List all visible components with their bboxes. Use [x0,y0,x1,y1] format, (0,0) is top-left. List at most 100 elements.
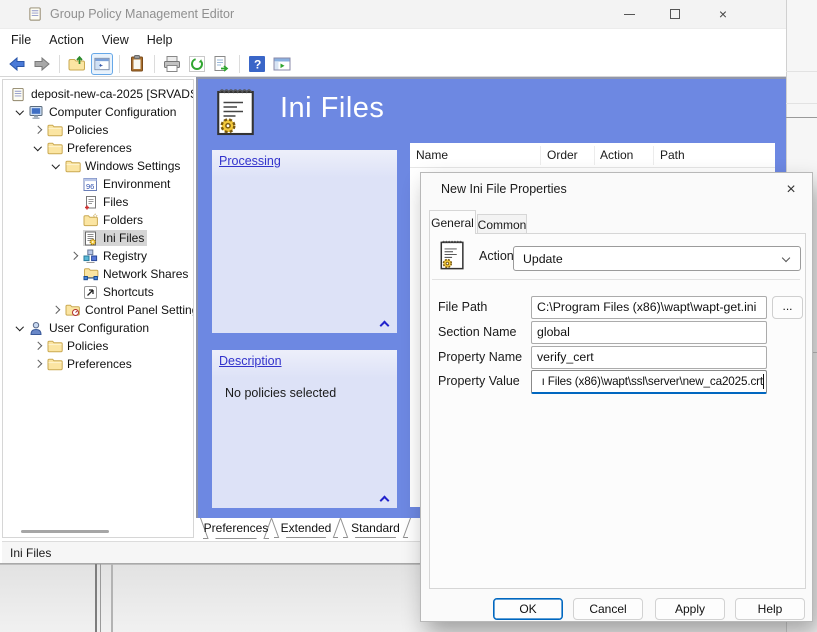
description-link[interactable]: Description [219,354,282,368]
tree-item-registry[interactable]: Registry [65,247,150,265]
text-cursor [763,374,764,389]
minimize-button[interactable] [606,0,652,28]
action-value: Update [523,252,563,266]
cancel-button[interactable]: Cancel [573,598,643,620]
tab-extended[interactable]: Extended [274,518,338,538]
tree-item-control-panel-settings[interactable]: Control Panel Settings [47,301,194,319]
chevron-right-icon[interactable] [29,355,47,373]
tab-general[interactable]: General [429,210,476,234]
tree-item-environment[interactable]: 96 Environment [65,175,173,193]
tree-item-network-shares[interactable]: Network Shares [65,265,191,283]
chevron-down-icon[interactable] [11,103,29,121]
tree-item-folders[interactable]: Folders [65,211,146,229]
folder-icon [47,122,64,138]
action-label: Action: [479,249,517,263]
menu-bar: File Action View Help [0,28,786,51]
back-icon[interactable] [6,53,28,75]
maximize-icon [670,9,680,19]
property-value-input[interactable]: ı Files (x86)\wapt\ssl\server\new_ca2025… [531,370,767,394]
toolbar-separator [154,55,155,73]
tab-standard[interactable]: Standard [343,518,408,538]
menu-view[interactable]: View [93,29,138,51]
toolbar-separator [119,55,120,73]
tree-item-preferences[interactable]: Preferences [29,139,135,157]
up-one-level-icon[interactable] [66,53,88,75]
background-row-line [786,117,817,118]
screen: Group Policy Management Editor × File Ac… [0,0,817,632]
column-name[interactable]: Name [416,148,448,162]
maximize-button[interactable] [652,0,698,28]
processing-panel: Processing [212,150,397,333]
tree-item-gpo-root[interactable]: deposit-new-ca-2025 [SRVADS.J [11,85,194,103]
svg-text:96: 96 [86,182,94,191]
help-button[interactable]: Help [735,598,805,620]
action-select[interactable]: Update [513,246,801,271]
tree-item-computer-configuration[interactable]: Computer Configuration [11,103,179,121]
console-tree: deposit-new-ca-2025 [SRVADS.J Computer C… [2,79,194,538]
description-panel: Description No policies selected [212,350,397,508]
column-path[interactable]: Path [660,148,685,162]
processing-link[interactable]: Processing [219,154,281,168]
new-ini-file-properties-dialog: New Ini File Properties × General Common… [420,172,813,622]
chevron-right-icon[interactable] [29,121,47,139]
section-name-label: Section Name [438,325,517,339]
apply-button[interactable]: Apply [655,598,725,620]
file-path-input[interactable]: C:\Program Files (x86)\wapt\wapt-get.ini [531,296,767,319]
chevron-down-icon[interactable] [47,157,65,175]
scrollbar-thumb[interactable] [21,530,109,533]
chevron-right-icon[interactable] [47,301,65,319]
file-path-label: File Path [438,300,487,314]
pane-title: Ini Files [280,92,384,125]
tree-item-policies[interactable]: Policies [29,121,111,139]
tree-item-user-policies[interactable]: Policies [29,337,111,355]
paste-icon[interactable] [126,53,148,75]
property-name-input[interactable]: verify_cert [531,346,767,369]
show-console-window-icon[interactable] [271,53,293,75]
dialog-title: New Ini File Properties [441,182,567,196]
menu-action[interactable]: Action [40,29,93,51]
chevron-down-icon[interactable] [29,139,47,157]
network-shares-icon [83,266,100,282]
chevron-right-icon[interactable] [65,247,83,265]
tree-horizontal-scrollbar[interactable] [7,527,189,535]
tree-item-ini-files[interactable]: Ini Files [65,229,147,247]
tree-item-user-configuration[interactable]: User Configuration [11,319,152,337]
menu-help[interactable]: Help [138,29,182,51]
title-bar[interactable]: Group Policy Management Editor × [0,0,786,28]
export-list-icon[interactable] [211,53,233,75]
list-header: Name Order Action Path [410,143,775,168]
show-console-tree-icon[interactable] [91,53,113,75]
tree-item-files[interactable]: Files [65,193,131,211]
dialog-close-button[interactable]: × [778,178,804,202]
chevron-right-icon[interactable] [29,337,47,355]
section-name-input[interactable]: global [531,321,767,344]
tree-item-windows-settings[interactable]: Windows Settings [47,157,183,175]
tab-preferences[interactable]: Preferences [203,518,269,539]
refresh-icon[interactable] [186,53,208,75]
chevron-down-icon[interactable] [11,319,29,337]
background-row-line [786,103,817,104]
status-text: Ini Files [10,546,51,560]
folders-icon [83,212,100,228]
control-panel-icon [65,302,82,318]
toolbar: ? [0,51,786,77]
help-icon[interactable]: ? [246,53,268,75]
print-icon[interactable] [161,53,183,75]
column-action[interactable]: Action [600,148,633,162]
collapse-chevron-icon[interactable] [380,496,390,506]
collapse-chevron-icon[interactable] [380,321,390,331]
close-button[interactable]: × [700,0,746,28]
tab-common[interactable]: Common [477,214,527,234]
tree-item-user-preferences[interactable]: Preferences [29,355,135,373]
ok-button[interactable]: OK [493,598,563,620]
general-tab-page [429,233,806,589]
description-text: No policies selected [225,386,336,400]
tree-item-shortcuts[interactable]: Shortcuts [65,283,157,301]
background-window-edge [100,564,101,632]
folder-icon [47,356,64,372]
files-icon [83,194,100,210]
browse-button[interactable]: ... [772,296,803,319]
column-order[interactable]: Order [547,148,578,162]
forward-icon[interactable] [31,53,53,75]
menu-file[interactable]: File [2,29,40,51]
